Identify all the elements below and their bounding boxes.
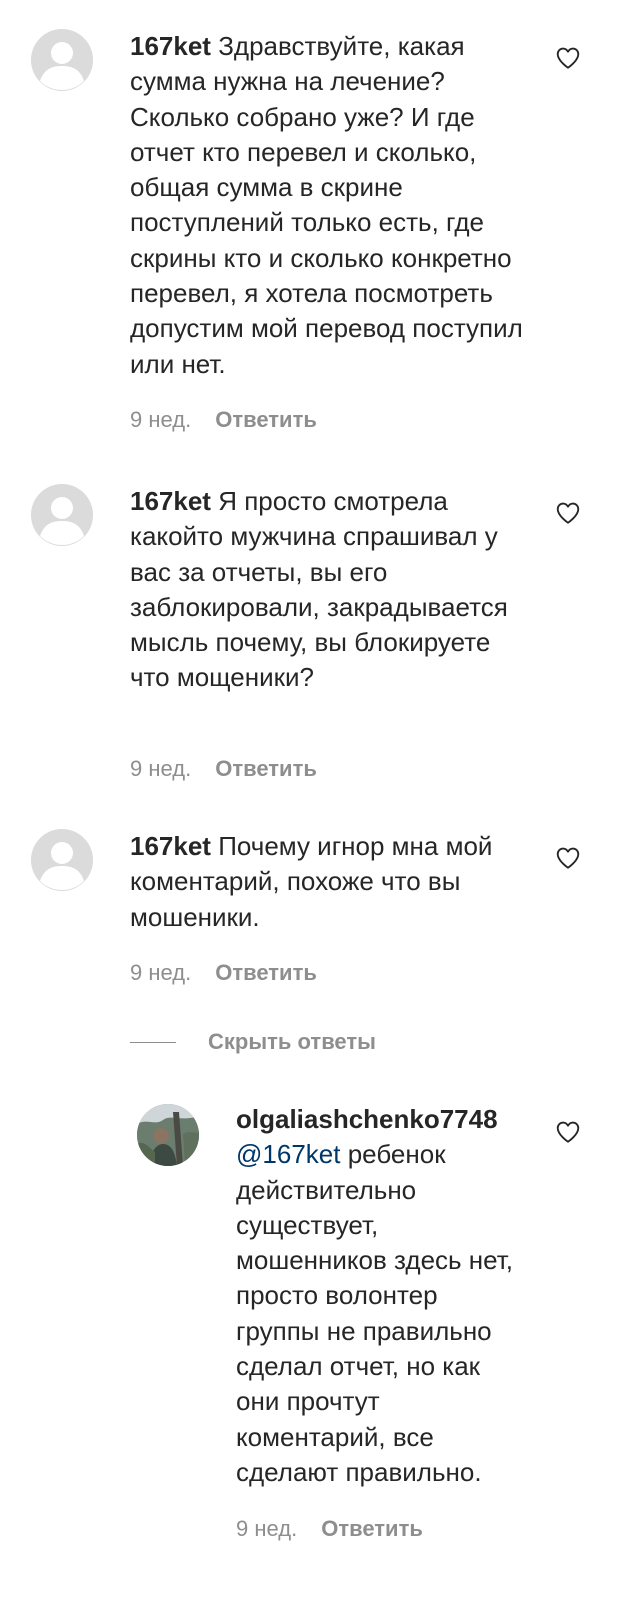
default-avatar-icon <box>31 29 93 91</box>
comment-timestamp[interactable]: 9 нед. <box>130 756 191 782</box>
comment-timestamp[interactable]: 9 нед. <box>130 407 191 433</box>
heart-outline-icon[interactable] <box>555 500 581 526</box>
divider-line <box>130 1041 176 1043</box>
heart-outline-icon[interactable] <box>555 845 581 871</box>
default-avatar-icon <box>31 484 93 546</box>
reply-button[interactable]: Ответить <box>215 407 317 433</box>
reply-button[interactable]: Ответить <box>215 960 317 986</box>
comment-username[interactable]: 167ket <box>130 486 211 516</box>
reply-button[interactable]: Ответить <box>321 1516 423 1542</box>
default-avatar-icon <box>31 829 93 891</box>
comment-meta: 9 нед. Ответить <box>130 960 317 986</box>
reply-text: olgaliashchenko7748 @167ket ребенок дейс… <box>236 1102 526 1490</box>
comment-text: 167ket Здравствуйте, какая сумма нужна н… <box>130 29 525 382</box>
avatar[interactable] <box>137 1104 199 1166</box>
user-photo-avatar <box>137 1104 199 1166</box>
comment-message: Здравствуйте, какая сумма нужна на лечен… <box>130 31 523 379</box>
reply-username[interactable]: olgaliashchenko7748 <box>236 1104 498 1134</box>
comment-text: 167ket Я просто смотрела какойто мужчина… <box>130 484 525 696</box>
heart-outline-icon[interactable] <box>555 45 581 71</box>
comment-username[interactable]: 167ket <box>130 31 211 61</box>
comment-meta: 9 нед. Ответить <box>130 407 317 433</box>
avatar[interactable] <box>31 29 93 91</box>
comment-message: Я просто смотрела какойто мужчина спраши… <box>130 486 508 693</box>
reply-timestamp[interactable]: 9 нед. <box>236 1516 297 1542</box>
reply-message: ребенок действительно существует, мошенн… <box>236 1139 514 1487</box>
avatar[interactable] <box>31 829 93 891</box>
heart-outline-icon[interactable] <box>555 1119 581 1145</box>
reply-button[interactable]: Ответить <box>215 756 317 782</box>
hide-replies-label: Скрыть ответы <box>208 1029 376 1054</box>
avatar[interactable] <box>31 484 93 546</box>
comment-text: 167ket Почему игнор мна мой коментарий, … <box>130 829 525 935</box>
comment-timestamp[interactable]: 9 нед. <box>130 960 191 986</box>
reply-meta: 9 нед. Ответить <box>236 1516 423 1542</box>
hide-replies-button[interactable]: Скрыть ответы <box>130 1026 376 1058</box>
comment-username[interactable]: 167ket <box>130 831 211 861</box>
reply-mention-link[interactable]: @167ket <box>236 1139 340 1169</box>
comment-meta: 9 нед. Ответить <box>130 756 317 782</box>
